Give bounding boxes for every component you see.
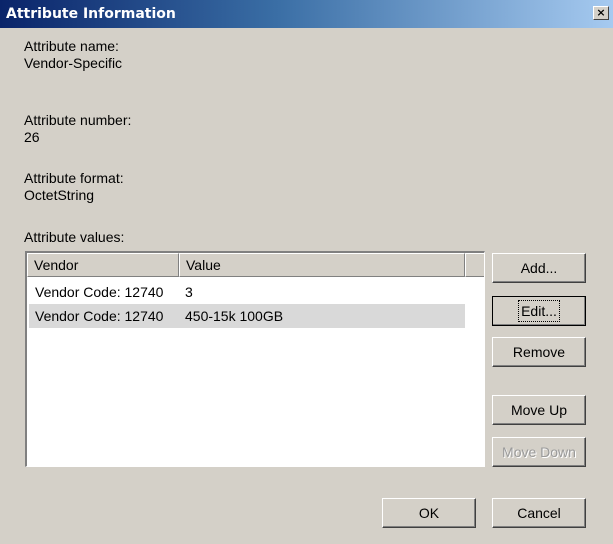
move-up-button-label: Move Up [510,402,568,418]
attribute-name-label: Attribute name: [24,38,119,54]
list-header: Vendor Value [27,253,484,277]
vendor-cell: Vendor Code: 12740 [35,308,164,324]
cancel-button-label: Cancel [517,505,561,521]
ok-button[interactable]: OK [382,498,476,528]
attribute-name-value: Vendor-Specific [24,55,123,71]
table-row[interactable]: Vendor Code: 12740 450-15k 100GB [29,304,465,328]
add-button[interactable]: Add... [492,253,586,283]
table-row[interactable]: Vendor Code: 12740 3 [29,280,465,304]
move-down-button[interactable]: Move Down [492,437,586,467]
remove-button-label: Remove [512,344,566,360]
move-up-button[interactable]: Move Up [492,395,586,425]
title-bar[interactable]: Attribute Information × [0,0,613,28]
attribute-values-list[interactable]: Vendor Value Vendor Code: 12740 3 Vendor… [25,251,485,467]
attribute-values-label: Attribute values: [24,229,125,245]
move-down-button-label: Move Down [502,444,576,460]
attribute-format-value: OctetString [24,187,95,203]
column-header-filler [465,253,484,277]
add-button-label: Add... [520,260,558,276]
column-header-value[interactable]: Value [179,253,465,277]
edit-button[interactable]: Edit... [492,296,586,326]
value-cell: 450-15k 100GB [185,308,284,324]
remove-button[interactable]: Remove [492,337,586,367]
attribute-number-value: 26 [24,129,40,145]
edit-button-label: Edit... [518,300,560,322]
ok-button-label: OK [418,505,440,521]
attribute-format-label: Attribute format: [24,170,124,186]
value-cell: 3 [185,284,193,300]
close-icon[interactable]: × [593,6,609,20]
cancel-button[interactable]: Cancel [492,498,586,528]
vendor-cell: Vendor Code: 12740 [35,284,164,300]
attribute-information-dialog: Attribute Information × Attribute name: … [0,0,613,544]
window-title: Attribute Information [6,6,176,22]
column-header-vendor[interactable]: Vendor [27,253,179,277]
attribute-number-label: Attribute number: [24,112,132,128]
